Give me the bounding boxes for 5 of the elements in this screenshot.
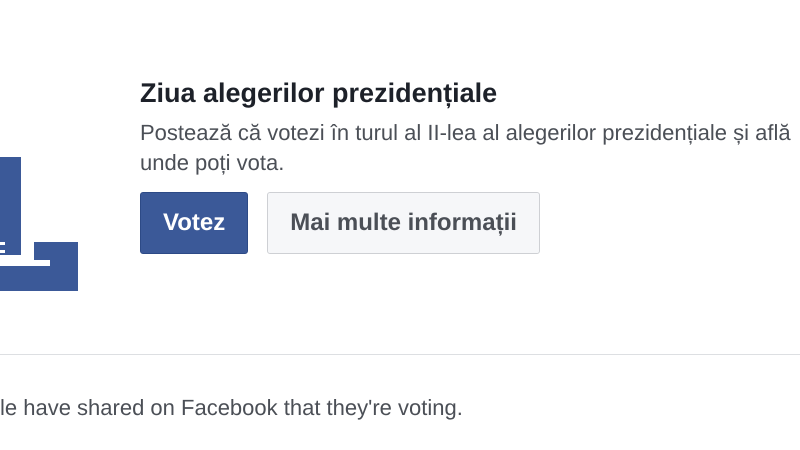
vote-button[interactable]: Votez	[140, 192, 248, 254]
prompt-description: Postează că votezi în turul al II-lea al alegerilor prezidențiale și află unde poți vota.	[140, 119, 792, 177]
more-info-button[interactable]: Mai multe informații	[267, 192, 540, 254]
footer-text: le have shared on Facebook that they're voting.	[0, 394, 464, 422]
prompt-title: Ziua alegerilor prezidențiale	[140, 77, 498, 110]
